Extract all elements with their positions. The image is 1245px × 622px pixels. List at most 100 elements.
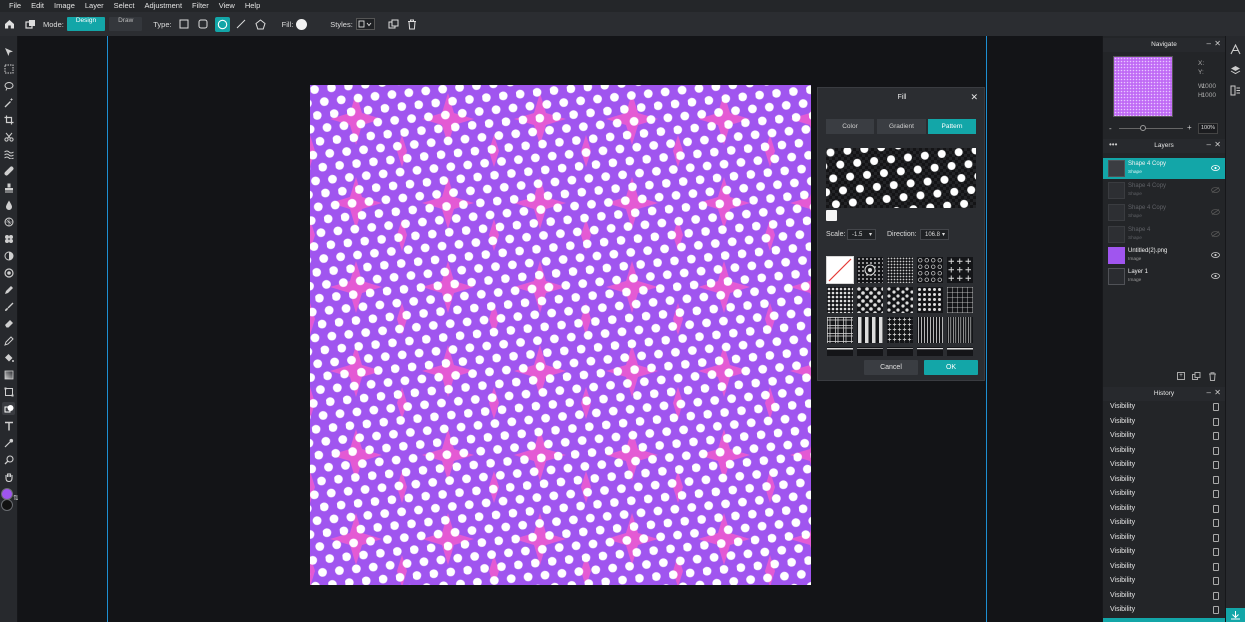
- close-icon[interactable]: ✕: [970, 92, 978, 103]
- zoom-out-icon[interactable]: -: [1109, 124, 1112, 133]
- magic-wand-tool-icon[interactable]: [2, 96, 15, 109]
- download-button[interactable]: [1226, 608, 1245, 622]
- pattern-thick-stripes[interactable]: [857, 317, 883, 343]
- text-tool-icon[interactable]: [2, 419, 15, 432]
- history-item[interactable]: Visibility: [1103, 458, 1225, 473]
- pattern-dense-dots[interactable]: [887, 257, 913, 283]
- pattern-grid-lines[interactable]: [947, 287, 973, 313]
- menu-help[interactable]: Help: [240, 0, 265, 12]
- pattern-color-swatch[interactable]: [826, 210, 837, 221]
- zoom-in-icon[interactable]: +: [1187, 123, 1192, 132]
- pattern-dash-fine[interactable]: [887, 347, 913, 356]
- direction-dropdown[interactable]: 106.8: [920, 229, 949, 240]
- home-icon[interactable]: [3, 18, 15, 30]
- liquify-tool-icon[interactable]: [2, 147, 15, 160]
- pattern-none[interactable]: [826, 256, 854, 284]
- marquee-tool-icon[interactable]: [2, 62, 15, 75]
- history-item[interactable]: Visibility: [1103, 473, 1225, 488]
- pattern-dash-dots[interactable]: [857, 347, 883, 356]
- layer-row[interactable]: Shape 4 Shape: [1103, 224, 1225, 245]
- clone-stamp-tool-icon[interactable]: [2, 181, 15, 194]
- polygon-type-icon[interactable]: [253, 17, 268, 32]
- history-item[interactable]: Visibility: [1103, 487, 1225, 502]
- cut-tool-icon[interactable]: [2, 130, 15, 143]
- scale-dropdown[interactable]: -1.5: [847, 229, 876, 240]
- tab-pattern[interactable]: Pattern: [928, 119, 976, 134]
- menu-edit[interactable]: Edit: [26, 0, 49, 12]
- pencil-tool-icon[interactable]: [2, 334, 15, 347]
- menu-layer[interactable]: Layer: [80, 0, 109, 12]
- pattern-scatter-dots[interactable]: [887, 287, 913, 313]
- dodge-tool-icon[interactable]: [2, 249, 15, 262]
- eye-icon[interactable]: [1211, 252, 1220, 258]
- layer-row[interactable]: Shape 4 Copy Shape: [1103, 202, 1225, 223]
- background-color-swatch[interactable]: [1, 499, 13, 511]
- layer-row[interactable]: Shape 4 Copy Shape: [1103, 158, 1225, 179]
- pattern-grid-dots[interactable]: [917, 287, 943, 313]
- draw-mode-button[interactable]: Draw: [109, 17, 143, 31]
- history-item[interactable]: Visibility: [1103, 603, 1225, 618]
- crop-tool-icon[interactable]: [2, 113, 15, 126]
- pattern-large-grid[interactable]: [827, 317, 853, 343]
- pattern-target[interactable]: [857, 257, 883, 283]
- history-item[interactable]: Visibility: [1103, 415, 1225, 430]
- history-item[interactable]: Visibility: [1103, 444, 1225, 459]
- history-item[interactable]: Visibility: [1103, 516, 1225, 531]
- paint-bucket-tool-icon[interactable]: [2, 351, 15, 364]
- burn-tool-icon[interactable]: [2, 266, 15, 279]
- pattern-small-plus[interactable]: [887, 317, 913, 343]
- pattern-dash-bold[interactable]: [917, 347, 943, 356]
- pattern-fine-stripes[interactable]: [947, 317, 973, 343]
- typography-panel-icon[interactable]: [1230, 43, 1241, 55]
- close-icon[interactable]: ✕: [1214, 140, 1221, 149]
- close-icon[interactable]: ✕: [1214, 388, 1221, 397]
- shape-tool-active-icon[interactable]: [2, 402, 15, 415]
- pattern-polka[interactable]: [857, 287, 883, 313]
- trash-icon[interactable]: [406, 18, 418, 30]
- eraser-tool-icon[interactable]: [2, 317, 15, 330]
- layer-row[interactable]: Layer 1 Image: [1103, 266, 1225, 287]
- history-item[interactable]: Visibility: [1103, 531, 1225, 546]
- layer-row[interactable]: Untitled(2).png Image: [1103, 245, 1225, 266]
- history-item[interactable]: Visibility: [1103, 429, 1225, 444]
- menu-file[interactable]: File: [0, 0, 26, 12]
- minimize-icon[interactable]: –: [1207, 140, 1211, 149]
- navigator-thumbnail[interactable]: [1113, 56, 1173, 117]
- zoom-value[interactable]: 100%: [1198, 123, 1218, 134]
- duplicate-icon[interactable]: [388, 18, 400, 30]
- history-current-item[interactable]: [1103, 618, 1225, 622]
- pattern-rings[interactable]: [917, 257, 943, 283]
- history-item[interactable]: Visibility: [1103, 502, 1225, 517]
- design-mode-button[interactable]: Design: [66, 17, 106, 31]
- pattern-small-dots[interactable]: [827, 287, 853, 313]
- smudge-tool-icon[interactable]: [2, 232, 15, 245]
- pen-tool-icon[interactable]: [2, 283, 15, 296]
- ok-button[interactable]: OK: [924, 360, 978, 375]
- eye-hidden-icon[interactable]: [1211, 231, 1220, 237]
- rectangle-type-icon[interactable]: [177, 17, 192, 32]
- blur-tool-icon[interactable]: [2, 198, 15, 211]
- fill-swatch[interactable]: [296, 18, 308, 30]
- menu-select[interactable]: Select: [109, 0, 140, 12]
- history-item[interactable]: Visibility: [1103, 574, 1225, 589]
- gradient-tool-icon[interactable]: [2, 368, 15, 381]
- zoom-slider-handle[interactable]: [1140, 125, 1146, 131]
- sponge-tool-icon[interactable]: [2, 215, 15, 228]
- healing-tool-icon[interactable]: [2, 164, 15, 177]
- history-item[interactable]: Visibility: [1103, 560, 1225, 575]
- history-item[interactable]: Visibility: [1103, 545, 1225, 560]
- menu-adjustment[interactable]: Adjustment: [140, 0, 188, 12]
- rounded-rectangle-type-icon[interactable]: [196, 17, 211, 32]
- adjust-panel-icon[interactable]: [1230, 85, 1241, 96]
- pattern-dashes[interactable]: [827, 347, 853, 356]
- layers-panel-icon[interactable]: [1230, 65, 1241, 76]
- pattern-thin-stripes[interactable]: [917, 317, 943, 343]
- delete-layer-icon[interactable]: [1208, 372, 1217, 381]
- eye-icon[interactable]: [1211, 165, 1220, 171]
- tab-color[interactable]: Color: [826, 119, 874, 134]
- tab-gradient[interactable]: Gradient: [877, 119, 926, 134]
- eyedropper-tool-icon[interactable]: [2, 436, 15, 449]
- history-item[interactable]: Visibility: [1103, 589, 1225, 604]
- close-icon[interactable]: ✕: [1214, 39, 1221, 48]
- hand-tool-icon[interactable]: [2, 470, 15, 483]
